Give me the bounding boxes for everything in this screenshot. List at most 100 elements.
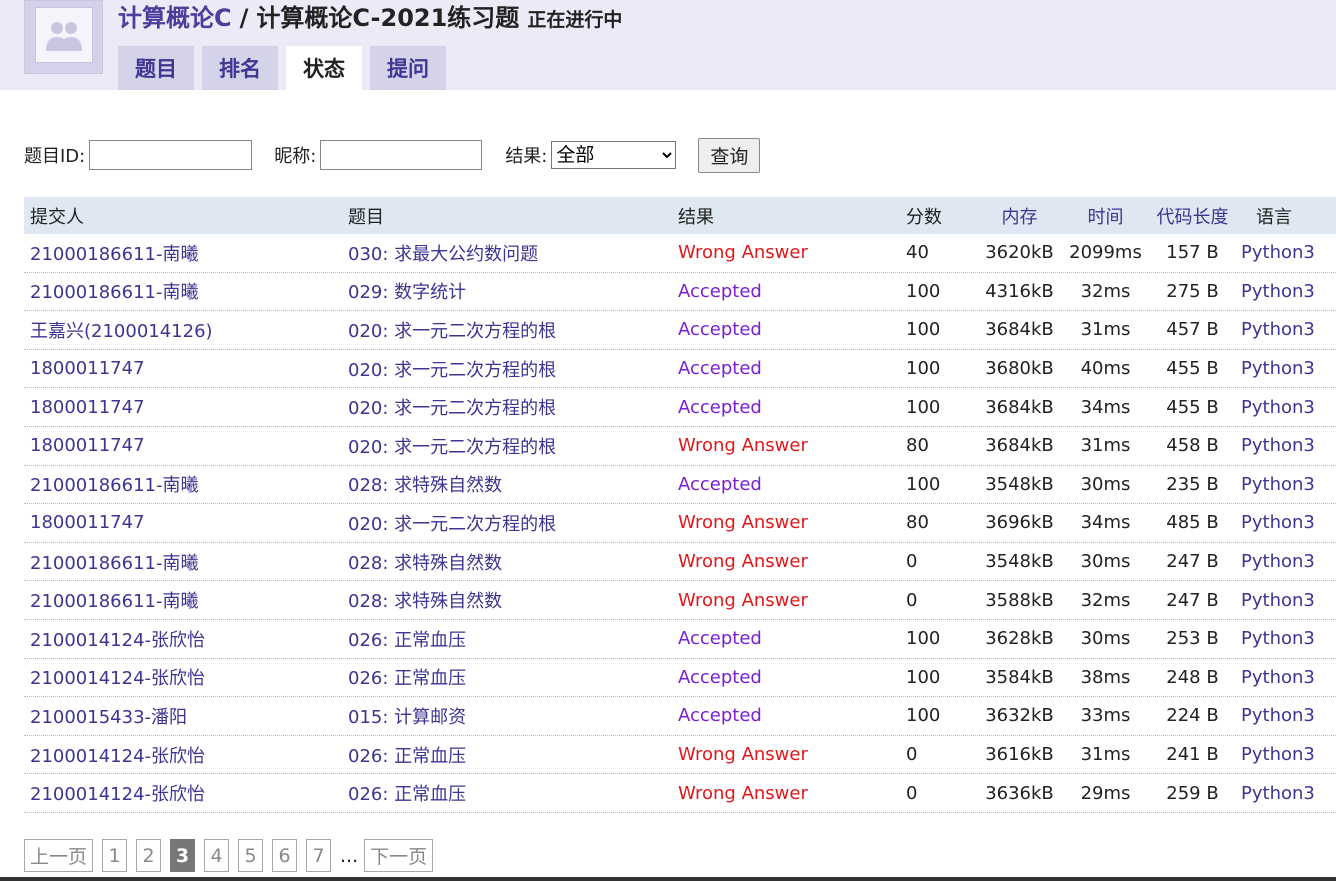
code-length-cell: 157 B [1166,242,1219,264]
result-link[interactable]: Accepted [673,667,901,688]
header-time[interactable]: 时间 [1062,203,1149,229]
nickname-label: 昵称: [274,146,317,167]
submitter-link[interactable]: 2100014124-张欣怡 [24,742,343,768]
result-link[interactable]: Wrong Answer [673,435,901,456]
result-link[interactable]: Accepted [673,319,901,340]
result-link[interactable]: Wrong Answer [673,551,901,572]
tab-ranking[interactable]: 排名 [202,46,278,90]
table-row: 2100014124-张欣怡 026: 正常血压 Wrong Answer 0 3636… [24,774,1336,813]
result-link[interactable]: Wrong Answer [673,242,901,263]
result-link[interactable]: Wrong Answer [673,783,901,804]
result-link[interactable]: Wrong Answer [673,744,901,765]
page-1[interactable]: 1 [102,839,127,872]
code-length-cell: 457 B [1166,319,1219,341]
problem-link[interactable]: 026: 正常血压 [343,780,673,806]
result-link[interactable]: Wrong Answer [673,512,901,533]
result-select[interactable]: 全部 [551,141,677,169]
submitter-link[interactable]: 21000186611-南曦 [24,278,343,304]
problem-link[interactable]: 028: 求特殊自然数 [343,471,673,497]
page-6[interactable]: 6 [272,839,297,872]
problem-link[interactable]: 026: 正常血压 [343,742,673,768]
language-link[interactable]: Python3 [1236,319,1326,340]
problem-link[interactable]: 020: 求一元二次方程的根 [343,433,673,459]
result-link[interactable]: Accepted [673,705,901,726]
language-link[interactable]: Python3 [1236,590,1326,611]
nickname-input[interactable] [320,140,483,170]
result-link[interactable]: Accepted [673,281,901,302]
problem-id-input[interactable] [89,140,253,170]
result-link[interactable]: Wrong Answer [673,590,901,611]
memory-cell: 3548kB [985,551,1054,573]
result-link[interactable]: Accepted [673,397,901,418]
table-row: 王嘉兴(2100014126) 020: 求一元二次方程的根 Accepted 100… [24,311,1336,350]
submitter-link[interactable]: 1800011747 [24,397,343,418]
language-link[interactable]: Python3 [1236,667,1326,688]
header-memory[interactable]: 内存 [977,203,1062,229]
problem-link[interactable]: 020: 求一元二次方程的根 [343,510,673,536]
problem-link[interactable]: 020: 求一元二次方程的根 [343,356,673,382]
problem-link[interactable]: 015: 计算邮资 [343,703,673,729]
submitter-link[interactable]: 2100014124-张欣怡 [24,780,343,806]
language-link[interactable]: Python3 [1236,705,1326,726]
submitter-link[interactable]: 2100014124-张欣怡 [24,664,343,690]
result-link[interactable]: Accepted [673,474,901,495]
time-cell: 2099ms [1069,242,1142,264]
tab-problems[interactable]: 题目 [118,46,194,90]
course-avatar[interactable] [24,0,103,74]
language-link[interactable]: Python3 [1236,397,1326,418]
page-2[interactable]: 2 [136,839,161,872]
problem-link[interactable]: 020: 求一元二次方程的根 [343,317,673,343]
language-link[interactable]: Python3 [1236,783,1326,804]
next-page-button[interactable]: 下一页 [364,839,434,872]
memory-cell: 3684kB [985,396,1054,418]
table-row: 2100014124-张欣怡 026: 正常血压 Accepted 100 3628kB… [24,620,1336,659]
score-cell: 100 [906,280,941,302]
time-cell: 34ms [1080,396,1131,418]
language-link[interactable]: Python3 [1236,281,1326,302]
submitter-link[interactable]: 21000186611-南曦 [24,549,343,575]
submitter-link[interactable]: 2100014124-张欣怡 [24,626,343,652]
submitter-link[interactable]: 2100015433-潘阳 [24,703,343,729]
problem-link[interactable]: 026: 正常血压 [343,626,673,652]
page-4[interactable]: 4 [204,839,229,872]
header-code-length[interactable]: 代码长度 [1149,203,1236,229]
code-length-cell: 247 B [1166,551,1219,573]
score-cell: 0 [906,551,918,573]
submitter-link[interactable]: 21000186611-南曦 [24,587,343,613]
score-cell: 100 [906,358,941,380]
language-link[interactable]: Python3 [1236,744,1326,765]
submitter-link[interactable]: 21000186611-南曦 [24,471,343,497]
tab-status[interactable]: 状态 [286,46,362,90]
submitter-link[interactable]: 1800011747 [24,358,343,379]
submitter-link[interactable]: 1800011747 [24,512,343,533]
problem-link[interactable]: 030: 求最大公约数问题 [343,240,673,266]
course-link[interactable]: 计算概论C [118,0,232,33]
table-header: 提交人 题目 结果 分数 内存 时间 代码长度 语言 [24,197,1336,234]
page-7[interactable]: 7 [306,839,331,872]
query-button[interactable]: 查询 [698,137,761,173]
page-5[interactable]: 5 [238,839,263,872]
result-link[interactable]: Accepted [673,358,901,379]
filter-form: 题目ID: 昵称: 结果: 全部 查询 [24,137,761,173]
language-link[interactable]: Python3 [1236,551,1326,572]
bottom-divider [0,877,1336,881]
problem-link[interactable]: 020: 求一元二次方程的根 [343,394,673,420]
result-link[interactable]: Accepted [673,628,901,649]
page-3-current[interactable]: 3 [170,839,195,872]
problem-link[interactable]: 028: 求特殊自然数 [343,587,673,613]
language-link[interactable]: Python3 [1236,435,1326,456]
language-link[interactable]: Python3 [1236,628,1326,649]
language-link[interactable]: Python3 [1236,242,1326,263]
problem-link[interactable]: 026: 正常血压 [343,664,673,690]
submitter-link[interactable]: 21000186611-南曦 [24,240,343,266]
group-icon [35,7,93,63]
language-link[interactable]: Python3 [1236,358,1326,379]
tab-questions[interactable]: 提问 [370,46,446,90]
problem-link[interactable]: 029: 数字统计 [343,278,673,304]
language-link[interactable]: Python3 [1236,512,1326,533]
submitter-link[interactable]: 王嘉兴(2100014126) [24,317,343,343]
language-link[interactable]: Python3 [1236,474,1326,495]
problem-link[interactable]: 028: 求特殊自然数 [343,549,673,575]
submitter-link[interactable]: 1800011747 [24,435,343,456]
prev-page-button[interactable]: 上一页 [24,839,93,872]
